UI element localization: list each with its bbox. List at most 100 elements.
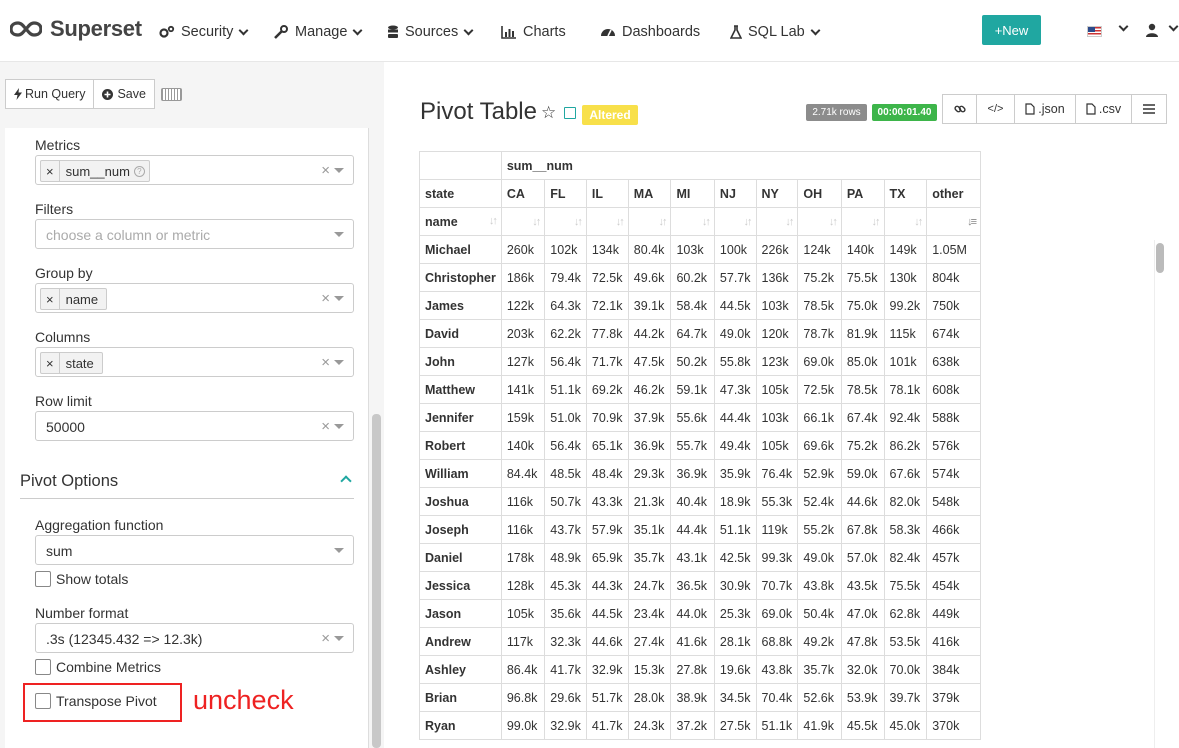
chart-title[interactable]: Pivot Table bbox=[420, 98, 537, 126]
row-limit-select[interactable]: 50000 × bbox=[35, 411, 354, 441]
columns-select[interactable]: × state × bbox=[35, 347, 354, 377]
sort-icon[interactable]: ↓↑ bbox=[616, 216, 625, 228]
pivot-options-header[interactable]: Pivot Options bbox=[20, 472, 118, 491]
sort-icon[interactable]: ↓↑ bbox=[914, 216, 923, 228]
sort-cell[interactable]: ↓↑ bbox=[840, 207, 885, 236]
sort-cell[interactable]: ↓≡ bbox=[926, 207, 981, 236]
sidebar-scrollbar[interactable] bbox=[372, 414, 381, 748]
row-label: Jessica bbox=[419, 571, 502, 600]
sort-cell[interactable]: ↓↑ bbox=[500, 207, 546, 236]
table-cell: 574k bbox=[926, 459, 981, 488]
more-options-button[interactable] bbox=[1132, 94, 1167, 124]
nav-sources[interactable]: Sources bbox=[387, 22, 474, 42]
aggregation-label: Aggregation function bbox=[35, 517, 164, 533]
nav-sql-lab[interactable]: SQL Lab bbox=[730, 22, 821, 42]
chevron-down-icon[interactable] bbox=[1168, 21, 1179, 32]
aggregation-select[interactable]: sum bbox=[35, 535, 354, 565]
dropdown-arrow-icon[interactable] bbox=[334, 548, 344, 553]
dropdown-arrow-icon[interactable] bbox=[334, 360, 344, 365]
nav-dashboards[interactable]: Dashboards bbox=[600, 22, 700, 42]
sort-cell[interactable]: ↓↑ bbox=[670, 207, 715, 236]
export-csv-button[interactable]: .csv bbox=[1076, 94, 1132, 124]
table-cell: 44.3k bbox=[585, 571, 629, 600]
brand-logo-link[interactable]: Superset bbox=[10, 14, 142, 44]
sort-icon[interactable]: ↓↑ bbox=[574, 216, 583, 228]
show-totals-checkbox[interactable] bbox=[35, 571, 51, 587]
dropdown-arrow-icon[interactable] bbox=[334, 232, 344, 237]
number-format-select[interactable]: .3s (12345.432 => 12.3k) × bbox=[35, 623, 354, 653]
groupby-select[interactable]: × name × bbox=[35, 283, 354, 313]
clear-icon[interactable]: × bbox=[321, 290, 330, 307]
dropdown-arrow-icon[interactable] bbox=[334, 296, 344, 301]
sort-icon[interactable]: ↓↑ bbox=[872, 216, 881, 228]
nav-manage[interactable]: Manage bbox=[273, 22, 363, 42]
dropdown-arrow-icon[interactable] bbox=[334, 168, 344, 173]
keyboard-icon[interactable] bbox=[161, 88, 182, 101]
star-icon[interactable]: ☆ bbox=[541, 103, 556, 123]
table-cell: 50.2k bbox=[670, 347, 715, 376]
sort-cell[interactable]: ↓↑ bbox=[755, 207, 799, 236]
table-cell: 28.1k bbox=[713, 627, 757, 656]
dropdown-arrow-icon[interactable] bbox=[334, 636, 344, 641]
sort-icon[interactable]: ↓↑ bbox=[785, 216, 794, 228]
table-cell: 416k bbox=[926, 627, 981, 656]
altered-badge[interactable]: Altered bbox=[582, 105, 638, 125]
dropdown-arrow-icon[interactable] bbox=[334, 424, 344, 429]
filters-select[interactable]: choose a column or metric bbox=[35, 219, 354, 249]
table-cell: 72.5k bbox=[585, 263, 629, 292]
sort-cell[interactable]: ↓↑ bbox=[883, 207, 928, 236]
nav-security[interactable]: Security bbox=[159, 22, 249, 42]
sort-cell[interactable]: ↓↑ bbox=[627, 207, 672, 236]
table-cell: 102k bbox=[544, 235, 587, 264]
new-button[interactable]: +New bbox=[982, 15, 1041, 45]
row-dimension-header[interactable]: name ↓↑ bbox=[419, 207, 502, 236]
sort-icon[interactable]: ↓≡ bbox=[967, 216, 977, 228]
us-flag-icon[interactable] bbox=[1087, 26, 1102, 37]
export-json-button[interactable]: .json bbox=[1015, 94, 1076, 124]
embed-code-button[interactable]: </> bbox=[977, 94, 1015, 124]
sort-cell[interactable]: ↓↑ bbox=[544, 207, 587, 236]
table-cell: 53.5k bbox=[883, 627, 928, 656]
sort-icon[interactable]: ↓↑ bbox=[829, 216, 838, 228]
edit-icon[interactable] bbox=[564, 107, 576, 119]
table-cell: 100k bbox=[713, 235, 757, 264]
question-icon[interactable]: ? bbox=[133, 165, 145, 177]
chevron-up-icon[interactable] bbox=[340, 475, 352, 487]
sort-icon[interactable]: ↓↑ bbox=[489, 215, 498, 227]
column-header-nj: NJ bbox=[713, 179, 757, 208]
nav-charts[interactable]: Charts bbox=[501, 22, 566, 42]
sort-icon[interactable]: ↓↑ bbox=[532, 216, 541, 228]
sort-icon[interactable]: ↓↑ bbox=[744, 216, 753, 228]
table-cell: 69.0k bbox=[797, 347, 842, 376]
clear-icon[interactable]: × bbox=[321, 354, 330, 371]
clear-icon[interactable]: × bbox=[321, 630, 330, 647]
combine-metrics-checkbox[interactable] bbox=[35, 659, 51, 675]
table-cell: 35.7k bbox=[627, 543, 672, 572]
table-cell: 56.4k bbox=[544, 347, 587, 376]
groupby-tag: × name bbox=[40, 288, 108, 310]
table-scrollbar[interactable] bbox=[1156, 243, 1164, 273]
metrics-select[interactable]: × sum__num ? × bbox=[35, 155, 354, 185]
sort-cell[interactable]: ↓↑ bbox=[713, 207, 757, 236]
sort-cell[interactable]: ↓↑ bbox=[797, 207, 842, 236]
clear-icon[interactable]: × bbox=[321, 418, 330, 435]
chevron-down-icon[interactable] bbox=[1118, 21, 1129, 32]
metric-header: sum__num bbox=[500, 151, 981, 180]
run-query-button[interactable]: Run Query bbox=[5, 79, 95, 109]
user-icon[interactable] bbox=[1146, 22, 1162, 38]
table-cell: 51.0k bbox=[544, 403, 587, 432]
row-label: Robert bbox=[419, 431, 502, 460]
table-cell: 136k bbox=[755, 263, 799, 292]
remove-tag-icon[interactable]: × bbox=[41, 161, 60, 181]
remove-tag-icon[interactable]: × bbox=[41, 353, 60, 373]
remove-tag-icon[interactable]: × bbox=[41, 289, 60, 309]
link-button[interactable] bbox=[942, 94, 977, 124]
table-cell: 119k bbox=[755, 515, 799, 544]
sort-icon[interactable]: ↓↑ bbox=[702, 216, 711, 228]
save-button[interactable]: Save bbox=[94, 79, 155, 109]
clear-icon[interactable]: × bbox=[321, 162, 330, 179]
table-cell: 78.5k bbox=[840, 375, 885, 404]
table-cell: 44.5k bbox=[713, 291, 757, 320]
sort-cell[interactable]: ↓↑ bbox=[585, 207, 629, 236]
sort-icon[interactable]: ↓↑ bbox=[658, 216, 667, 228]
